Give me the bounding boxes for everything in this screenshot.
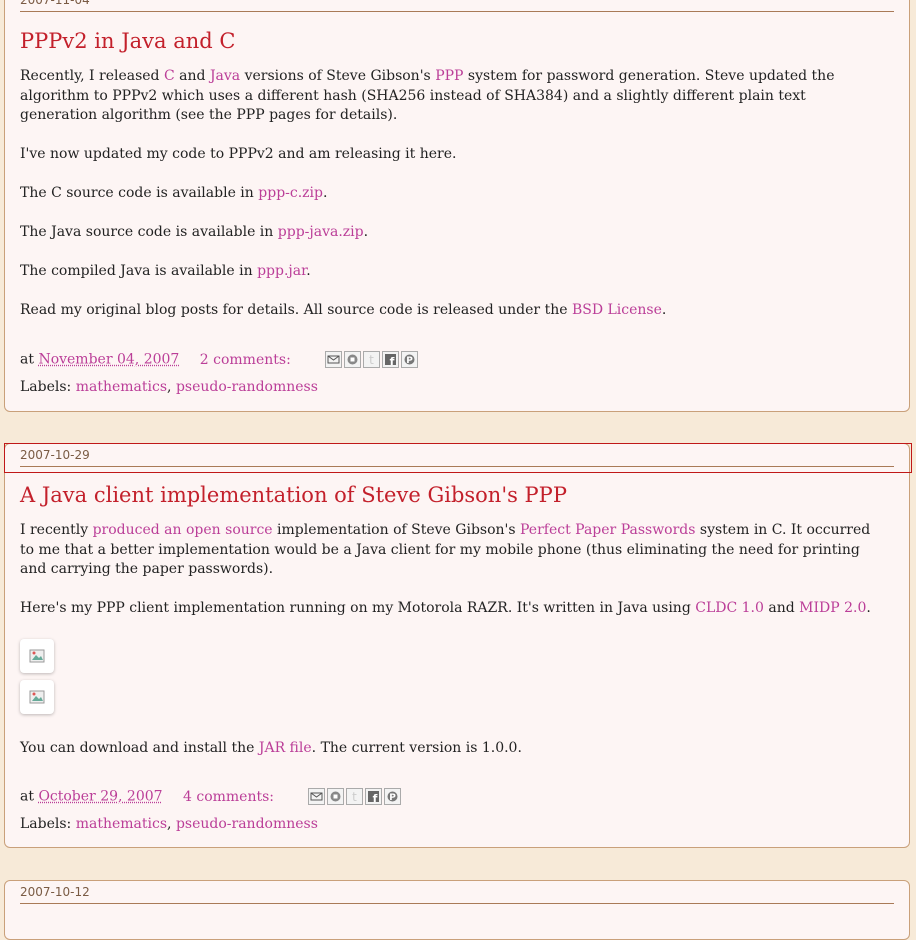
link-c[interactable]: C [164,68,175,84]
post-paragraph: The compiled Java is available in ppp.ja… [20,263,311,279]
broken-image-placeholder[interactable] [20,680,54,714]
post-paragraph: I recently produced an open source imple… [20,522,871,577]
broken-image-placeholder[interactable] [20,639,54,673]
share-buttons: t f P [325,351,420,368]
post-paragraph: Read my original blog posts for details.… [20,302,667,318]
svg-text:t: t [353,790,358,803]
link-jar-file[interactable]: JAR file [259,740,312,756]
svg-text:t: t [369,353,374,366]
post-body-continued: You can download and install the JAR fil… [20,739,887,778]
svg-text:P: P [390,793,397,803]
post-labels: Labels: mathematics, pseudo-randomness [20,816,318,832]
svg-text:f: f [390,355,395,366]
blog-post: 2007-10-29 A Java client implementation … [4,443,912,848]
broken-image-icon [29,649,45,663]
blog-post: 2007-10-12 [4,880,910,940]
twitter-icon[interactable]: t [346,788,364,805]
link-cldc[interactable]: CLDC 1.0 [695,600,764,616]
pinterest-icon[interactable]: P [401,351,419,368]
facebook-icon[interactable]: f [365,788,383,805]
post-date-header: 2007-10-12 [20,881,894,904]
twitter-icon[interactable]: t [363,351,381,368]
post-paragraph: Recently, I released C and Java versions… [20,68,835,123]
svg-text:f: f [373,792,378,803]
link-java[interactable]: Java [210,68,240,84]
share-buttons: t f P [308,788,403,805]
post-labels: Labels: mathematics, pseudo-randomness [20,379,318,395]
post-title: PPPv2 in Java and C [20,29,236,53]
label-link[interactable]: pseudo-randomness [176,816,318,832]
post-date: 2007-10-12 [20,885,90,899]
post-date-header: 2007-11-04 [20,0,894,12]
post-date: 2007-11-04 [20,0,90,7]
post-title: A Java client implementation of Steve Gi… [20,483,567,507]
blogger-icon[interactable] [327,788,345,805]
blog-post: 2007-11-04 PPPv2 in Java and C Recently,… [4,0,910,412]
link-perfect-paper-passwords[interactable]: Perfect Paper Passwords [520,522,695,538]
email-icon[interactable] [308,788,326,805]
post-body: I recently produced an open source imple… [20,521,887,638]
link-ppp[interactable]: PPP [435,68,463,84]
label-link[interactable]: mathematics [76,379,167,395]
post-timestamp-link[interactable]: October 29, 2007 [38,789,162,805]
post-paragraph: You can download and install the JAR fil… [20,740,522,756]
email-icon[interactable] [325,351,343,368]
link-ppp-java-zip[interactable]: ppp-java.zip [278,224,364,240]
comments-link[interactable]: 4 comments: [183,789,274,805]
link-midp[interactable]: MIDP 2.0 [799,600,866,616]
post-body: Recently, I released C and Java versions… [20,67,887,340]
post-footer: at November 04, 2007 2 comments: t f P [20,351,420,368]
svg-text:P: P [406,356,413,366]
post-paragraph: Here's my PPP client implementation runn… [20,600,871,616]
post-paragraph: The C source code is available in ppp-c.… [20,185,328,201]
label-link[interactable]: pseudo-randomness [176,379,318,395]
broken-image-icon [29,690,45,704]
link-ppp-c-zip[interactable]: ppp-c.zip [258,185,323,201]
blogger-icon[interactable] [344,351,362,368]
label-link[interactable]: mathematics [76,816,167,832]
post-timestamp-link[interactable]: November 04, 2007 [38,352,179,368]
post-paragraph: The Java source code is available in ppp… [20,224,369,240]
comments-link[interactable]: 2 comments: [200,352,291,368]
post-paragraph: I've now updated my code to PPPv2 and am… [20,146,457,162]
link-open-source[interactable]: produced an open source [93,522,273,538]
link-ppp-jar[interactable]: ppp.jar [257,263,306,279]
facebook-icon[interactable]: f [382,351,400,368]
date-header-focus-outline [4,443,912,473]
post-footer: at October 29, 2007 4 comments: t f P [20,788,403,805]
pinterest-icon[interactable]: P [384,788,402,805]
link-bsd-license[interactable]: BSD License [572,302,662,318]
